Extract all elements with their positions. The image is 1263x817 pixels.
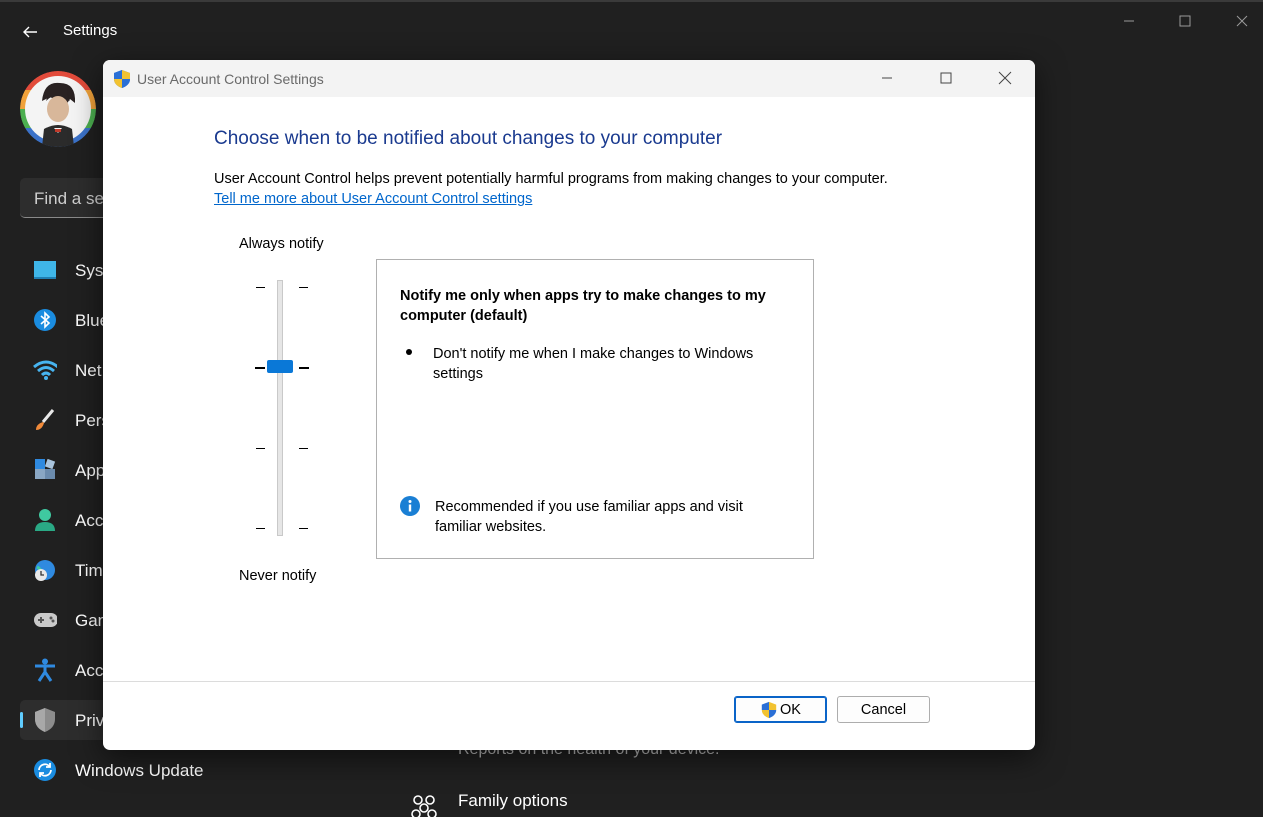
settings-title: Settings — [63, 22, 118, 39]
apps-icon — [33, 458, 57, 482]
never-notify-label: Never notify — [239, 568, 317, 584]
notification-level-slider[interactable] — [253, 278, 313, 538]
footer-divider — [103, 681, 1035, 682]
uac-window-title: User Account Control Settings — [137, 71, 324, 87]
avatar[interactable] — [20, 71, 96, 147]
accessibility-icon — [33, 658, 57, 682]
gamepad-icon — [33, 608, 57, 632]
sidebar-item-windows-update[interactable]: Windows Update — [20, 750, 220, 790]
uac-shield-icon — [112, 69, 132, 94]
uac-description: User Account Control helps prevent poten… — [214, 171, 888, 187]
slider-track — [277, 280, 283, 536]
slider-tick — [299, 287, 308, 288]
avatar-image — [20, 71, 96, 147]
uac-heading: Choose when to be notified about changes… — [214, 128, 723, 149]
uac-close-button[interactable] — [990, 66, 1020, 90]
family-options-link[interactable]: Family options — [458, 791, 568, 811]
family-icon — [408, 794, 440, 817]
time-language-icon — [33, 558, 57, 582]
settings-titlebar: Settings — [0, 0, 1263, 60]
panel-bullet-text: Don't notify me when I make changes to W… — [433, 346, 754, 382]
slider-tick — [255, 367, 265, 369]
uac-minimize-button[interactable] — [872, 66, 902, 90]
cancel-button-label: Cancel — [860, 701, 907, 718]
bluetooth-icon — [33, 308, 57, 332]
maximize-icon — [940, 72, 952, 84]
slider-tick — [256, 287, 265, 288]
close-icon — [998, 71, 1012, 85]
maximize-button[interactable] — [1170, 8, 1200, 34]
recommendation-text: Recommended if you use familiar apps and… — [435, 499, 743, 535]
slider-tick — [256, 528, 265, 529]
wifi-icon — [33, 358, 57, 382]
minimize-icon — [1124, 20, 1134, 22]
sidebar-item-label: Acc — [75, 661, 104, 680]
cancel-button[interactable]: Cancel — [837, 696, 930, 723]
sidebar-item-label: Windows Update — [75, 761, 204, 780]
uac-titlebar: User Account Control Settings — [103, 60, 1035, 97]
uac-dialog: User Account Control Settings Choose whe… — [103, 60, 1035, 750]
sidebar-item-label: Net — [75, 361, 102, 380]
account-icon — [33, 508, 57, 532]
sidebar-item-label: Priv — [75, 711, 105, 730]
ok-button-label: OK — [780, 701, 801, 718]
info-icon — [400, 496, 420, 516]
close-icon — [1236, 15, 1248, 27]
slider-tick — [299, 367, 309, 369]
setting-description-panel: Notify me only when apps try to make cha… — [376, 259, 814, 559]
uac-shield-icon — [760, 701, 778, 719]
ok-button[interactable]: OK — [734, 696, 827, 723]
back-button[interactable] — [18, 20, 42, 44]
back-arrow-icon — [23, 26, 37, 38]
panel-title: Notify me only when apps try to make cha… — [400, 288, 766, 324]
slider-tick — [299, 528, 308, 529]
maximize-icon — [1179, 15, 1191, 27]
always-notify-label: Always notify — [239, 236, 324, 252]
sidebar-item-label: App — [75, 461, 106, 480]
selection-indicator — [20, 712, 23, 728]
slider-thumb[interactable] — [267, 360, 293, 373]
uac-maximize-button[interactable] — [931, 66, 961, 90]
update-icon — [33, 758, 57, 782]
uac-learn-more-link[interactable]: Tell me more about User Account Control … — [214, 191, 532, 207]
sidebar-item-label: Acc — [75, 511, 104, 530]
slider-tick — [299, 448, 308, 449]
system-icon — [33, 258, 57, 282]
search-placeholder: Find a se — [34, 189, 104, 208]
close-button[interactable] — [1227, 8, 1257, 34]
minimize-button[interactable] — [1114, 8, 1144, 34]
paintbrush-icon — [33, 408, 57, 432]
bullet-dot — [406, 349, 412, 355]
slider-tick — [256, 448, 265, 449]
shield-icon — [33, 708, 57, 732]
sidebar-item-label: Tim — [75, 561, 103, 580]
minimize-icon — [882, 77, 892, 79]
